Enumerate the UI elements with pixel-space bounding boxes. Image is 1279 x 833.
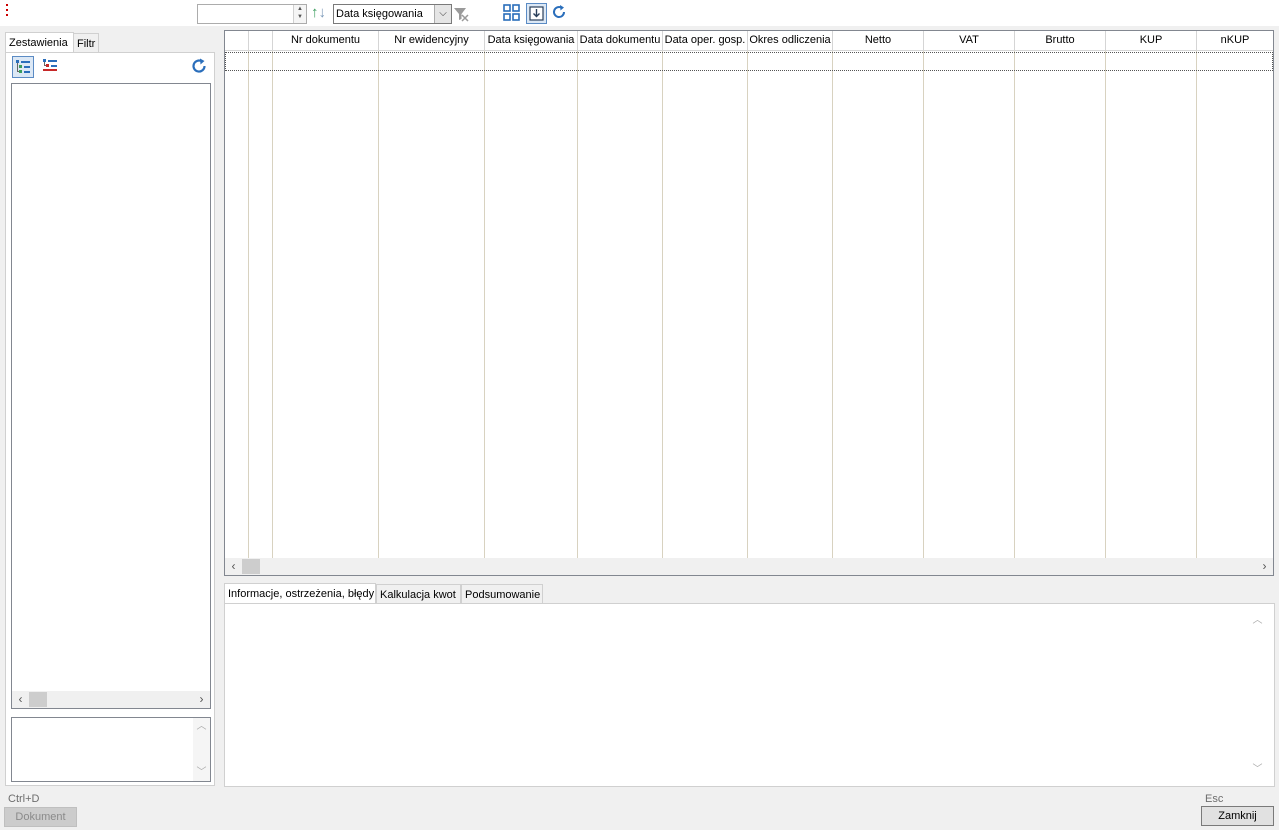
export-icon[interactable] [526,3,547,24]
tab-kalkulacja-kwot[interactable]: Kalkulacja kwot [376,584,461,604]
expand-tree-icon[interactable] [12,56,34,78]
column-header[interactable] [225,31,249,51]
scroll-left-icon[interactable]: ‹ [225,558,242,575]
collapse-tree-icon[interactable] [40,56,62,78]
sort-field-value: Data księgowania [336,8,423,20]
toolbar-grip[interactable] [6,4,9,20]
close-button[interactable]: Zamknij [1201,806,1274,826]
grid-horizontal-scrollbar[interactable]: ‹ › [225,558,1273,575]
report-tree[interactable]: ‹ › [11,83,211,709]
scroll-thumb[interactable] [29,692,47,707]
tree-horizontal-scrollbar[interactable]: ‹ › [12,691,210,708]
scroll-up-icon[interactable]: ︿ [1249,612,1266,629]
description-vertical-scrollbar[interactable]: ︿ ﹀ [193,718,210,781]
sort-direction-icon[interactable]: ↑↓ [311,4,329,22]
column-divider [484,51,485,559]
scroll-down-icon[interactable]: ﹀ [193,764,210,781]
column-divider [923,51,924,559]
tab-podsumowanie[interactable]: Podsumowanie [461,584,543,604]
column-header[interactable]: Data księgowania [485,31,578,51]
chevron-down-icon[interactable]: ⌵ [434,5,451,23]
column-divider [577,51,578,559]
scroll-left-icon[interactable]: ‹ [12,691,29,708]
layout-grid-icon[interactable] [503,4,521,22]
column-header[interactable]: VAT [924,31,1015,51]
filter-clear-icon[interactable] [453,6,469,22]
column-divider [1105,51,1106,559]
column-header[interactable]: Data oper. gosp. [663,31,748,51]
column-divider [272,51,273,559]
tab-zestawienia[interactable]: Zestawienia [5,32,74,54]
table-row[interactable] [225,52,1273,71]
documents-grid[interactable]: Nr dokumentu Nr ewidencyjny Data księgowan… [224,30,1274,576]
dokument-button[interactable]: Dokument [4,807,77,827]
column-divider [378,51,379,559]
column-divider [1196,51,1197,559]
spin-buttons[interactable]: ▲ ▼ [293,5,306,23]
scroll-right-icon[interactable]: › [1256,558,1273,575]
tab-label: Zestawienia [9,37,68,49]
tab-label: Filtr [77,38,96,50]
column-divider [1014,51,1015,559]
description-box[interactable]: ︿ ﹀ [11,717,211,782]
close-shortcut-hint: Esc [1205,793,1224,805]
scroll-right-icon[interactable]: › [193,691,210,708]
messages-panel[interactable]: ︿ ﹀ [224,603,1275,787]
scroll-down-icon[interactable]: ﹀ [1249,761,1266,778]
column-header[interactable]: Brutto [1015,31,1106,51]
column-header[interactable]: Nr dokumentu [273,31,379,51]
column-header[interactable]: Data dokumentu [578,31,663,51]
tab-label: Informacje, ostrzeżenia, błędy [228,588,375,600]
scroll-up-icon[interactable]: ︿ [193,718,210,735]
messages-vertical-scrollbar[interactable]: ︿ ﹀ [1249,612,1266,778]
column-divider [747,51,748,559]
tab-filtr[interactable]: Filtr [73,33,99,53]
column-header[interactable]: KUP [1106,31,1197,51]
column-header[interactable] [249,31,273,51]
column-header[interactable]: Netto [833,31,924,51]
refresh-icon[interactable] [189,56,211,78]
tab-label: Kalkulacja kwot [380,589,456,601]
tab-informacje[interactable]: Informacje, ostrzeżenia, błędy [224,583,376,605]
dokument-shortcut-hint: Ctrl+D [8,793,40,805]
column-divider [832,51,833,559]
column-header[interactable]: Okres odliczenia [748,31,833,51]
top-toolbar: ▲ ▼ ↑↓ Data księgowania ⌵ [0,0,1279,26]
refresh-icon[interactable] [551,4,567,20]
column-divider [662,51,663,559]
grid-header: Nr dokumentu Nr ewidencyjny Data księgowan… [225,31,1273,51]
tab-label: Podsumowanie [465,589,541,601]
scroll-thumb[interactable] [242,559,260,574]
column-header[interactable]: nKUP [1197,31,1273,51]
column-divider [248,51,249,559]
number-spin-input[interactable]: ▲ ▼ [197,4,307,24]
column-header[interactable]: Nr ewidencyjny [379,31,485,51]
sort-field-select[interactable]: Data księgowania ⌵ [333,4,452,24]
